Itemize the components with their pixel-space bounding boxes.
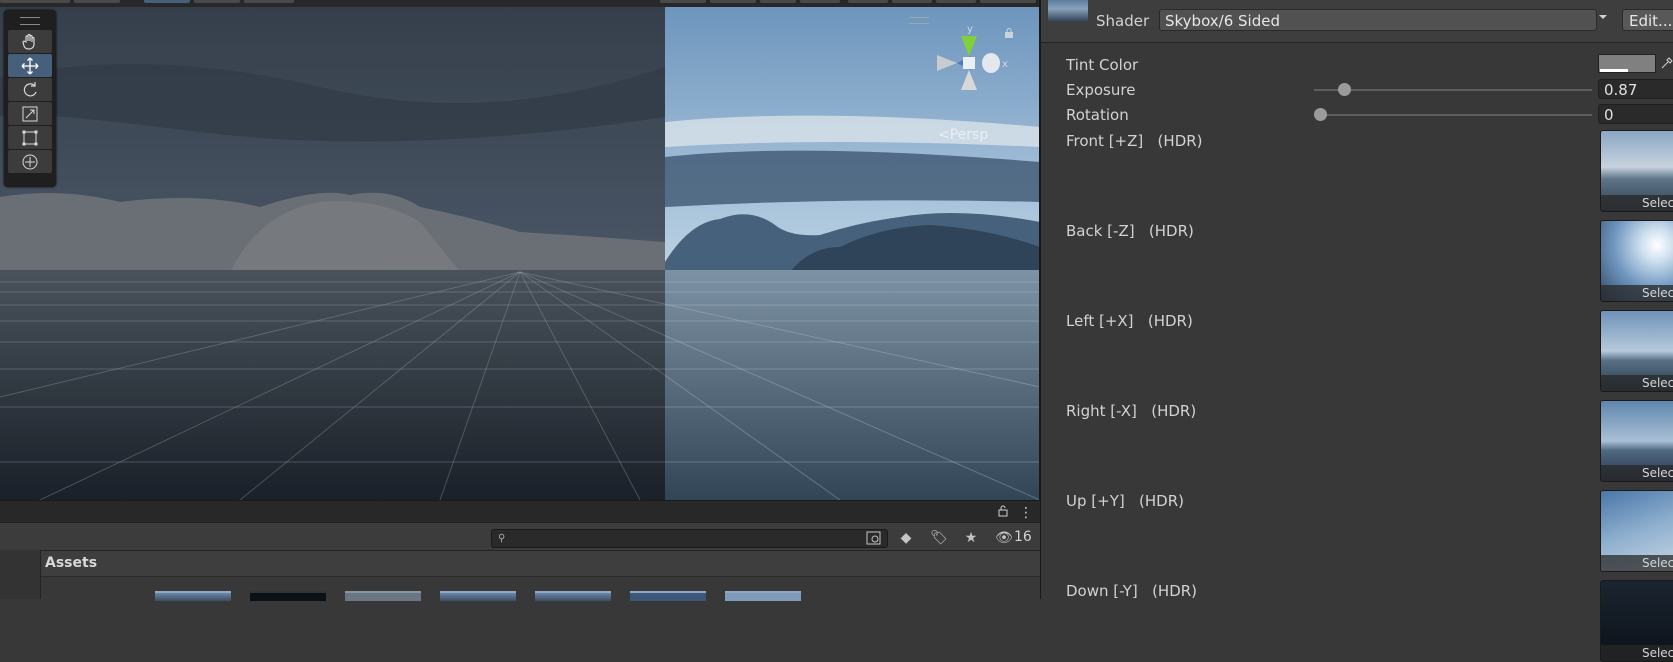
rect-transform-icon xyxy=(22,130,38,145)
search-icon: ⚲ xyxy=(498,533,506,544)
move-tool-button[interactable] xyxy=(8,54,52,77)
exposure-label: Exposure xyxy=(1066,81,1136,99)
exposure-slider[interactable] xyxy=(1314,89,1592,91)
tool-palette xyxy=(4,10,56,187)
projection-toggle[interactable]: <Persp xyxy=(938,127,988,143)
projection-label: Persp xyxy=(949,127,989,143)
scene-view[interactable] xyxy=(0,7,1040,500)
panel-lock-icon[interactable] xyxy=(998,505,1008,517)
rotate-icon xyxy=(23,81,37,96)
asset-thumbnail[interactable] xyxy=(155,591,231,601)
exposure-value: 0.87 xyxy=(1604,81,1638,99)
move-icon xyxy=(21,57,39,74)
search-input[interactable] xyxy=(510,530,874,548)
texture-slot-preview[interactable]: Select xyxy=(1600,310,1673,392)
texture-slot-label: Up [+Y] (HDR) xyxy=(1066,492,1184,510)
assets-header xyxy=(41,551,1040,577)
asset-thumbnail[interactable] xyxy=(725,591,801,601)
texture-slot-label: Back [-Z] (HDR) xyxy=(1066,222,1194,240)
texture-slot-preview[interactable]: Select xyxy=(1600,580,1673,662)
texture-slot-label: Right [-X] (HDR) xyxy=(1066,402,1197,420)
rotation-value: 0 xyxy=(1604,106,1614,124)
scale-tool-button[interactable] xyxy=(8,102,52,125)
drag-handle[interactable] xyxy=(20,17,40,25)
texture-select-button[interactable]: Select xyxy=(1601,465,1673,481)
panel-menu-icon[interactable]: ⋮ xyxy=(1019,505,1033,521)
texture-select-button[interactable]: Select xyxy=(1601,645,1673,661)
edit-button-label: Edit... xyxy=(1629,12,1673,30)
texture-slot-label: Left [+X] (HDR) xyxy=(1066,312,1193,330)
scene-toolbar-strip xyxy=(0,0,1040,7)
filter-by-type-icon[interactable]: ◆ xyxy=(896,529,916,547)
project-tab-bar xyxy=(0,500,1040,523)
tint-alpha-bar xyxy=(1600,69,1628,72)
hidden-packages-eye-icon[interactable]: 👁 xyxy=(993,529,1015,547)
rotation-label: Rotation xyxy=(1066,106,1129,124)
asset-thumbnail[interactable] xyxy=(535,591,611,601)
gizmo-x-label: x xyxy=(1002,59,1008,70)
transform-tool-button[interactable] xyxy=(8,150,52,173)
hand-tool-button[interactable] xyxy=(8,30,52,53)
texture-slot-label: Front [+Z] (HDR) xyxy=(1066,132,1203,150)
scale-icon xyxy=(22,106,38,121)
skybox-render xyxy=(0,7,1040,500)
asset-thumbnail[interactable] xyxy=(345,591,421,601)
chevron-down-icon xyxy=(1599,15,1607,19)
asset-thumbnail[interactable] xyxy=(250,591,326,601)
rotate-tool-button[interactable] xyxy=(8,78,52,101)
hand-icon xyxy=(22,33,35,50)
texture-select-button[interactable]: Select xyxy=(1601,375,1673,391)
texture-select-button[interactable]: Select xyxy=(1601,285,1673,301)
lock-icon[interactable] xyxy=(1004,28,1014,38)
texture-slot-preview[interactable]: Select xyxy=(1600,220,1673,302)
filter-by-label-icon[interactable]: 🏷 xyxy=(929,529,949,547)
breadcrumb[interactable]: Assets xyxy=(45,555,97,571)
tint-color-label: Tint Color xyxy=(1066,56,1139,74)
texture-slot-label: Down [-Y] (HDR) xyxy=(1066,582,1198,600)
project-folder-tree xyxy=(0,550,41,599)
rotation-slider[interactable] xyxy=(1314,114,1592,116)
texture-slot-preview[interactable]: Select xyxy=(1600,400,1673,482)
texture-slot-preview[interactable]: Select xyxy=(1600,130,1673,212)
rect-tool-button[interactable] xyxy=(8,126,52,149)
gizmo-y-label: y xyxy=(967,24,973,35)
texture-slot-preview[interactable]: Select xyxy=(1600,490,1673,572)
shader-label: Shader xyxy=(1096,12,1150,30)
texture-select-button[interactable]: Select xyxy=(1601,195,1673,211)
hidden-count: 16 xyxy=(1014,529,1032,545)
search-field[interactable]: ⚲ xyxy=(491,529,888,548)
asset-thumbnail[interactable] xyxy=(440,591,516,601)
persp-chevron-icon: < xyxy=(938,127,950,143)
favorite-star-icon[interactable]: ★ xyxy=(961,529,981,547)
texture-select-button[interactable]: Select xyxy=(1601,555,1673,571)
material-preview xyxy=(1048,0,1088,22)
orientation-gizmo[interactable]: y x xyxy=(925,20,1015,110)
rotation-slider-knob[interactable] xyxy=(1314,108,1327,121)
transform-icon xyxy=(22,154,38,169)
asset-thumbnail[interactable] xyxy=(630,591,706,601)
shader-value: Skybox/6 Sided xyxy=(1165,12,1280,30)
eyedropper-icon[interactable] xyxy=(1660,56,1673,70)
search-by-type-icon[interactable] xyxy=(864,528,884,548)
